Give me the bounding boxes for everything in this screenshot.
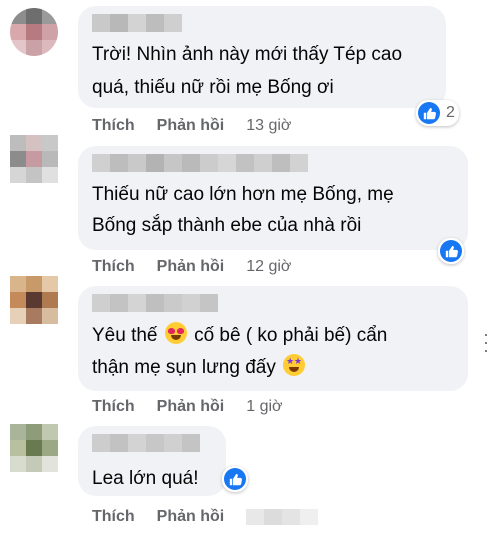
comment-text-line: Lea lớn quá! bbox=[92, 468, 199, 489]
like-icon bbox=[440, 240, 462, 262]
comment-text-line: Yêu thế cố bê ( ko phải bế) cẩn bbox=[92, 320, 387, 351]
comment-timestamp[interactable]: 12 giờ bbox=[246, 258, 291, 276]
comment-text-segment: cố bê ( ko phải bế) cẩn bbox=[194, 325, 388, 346]
more-options-icon[interactable]: · · · bbox=[483, 325, 489, 359]
reaction-count: 2 bbox=[446, 104, 455, 121]
comment-timestamp[interactable] bbox=[246, 509, 319, 525]
comment-actions: Thích Phản hồi bbox=[92, 508, 319, 526]
avatar[interactable] bbox=[10, 8, 58, 56]
comment-bubble: Thiếu nữ cao lớn hơn mẹ Bống, mẹ Bống sắ… bbox=[78, 146, 468, 250]
reply-button[interactable]: Phản hồi bbox=[157, 398, 225, 416]
comment-text-line: quá, thiếu nữ rồi mẹ Bống ơi bbox=[92, 77, 334, 98]
comment-bubble: Trời! Nhìn ảnh này mới thấy Tép cao quá,… bbox=[78, 6, 446, 108]
avatar[interactable] bbox=[10, 276, 58, 324]
comment-timestamp[interactable]: 1 giờ bbox=[246, 398, 282, 416]
reaction-summary[interactable] bbox=[222, 466, 248, 492]
heart-eyes-emoji bbox=[164, 322, 187, 344]
commenter-name[interactable] bbox=[92, 154, 308, 172]
like-icon bbox=[418, 102, 440, 124]
reply-button[interactable]: Phản hồi bbox=[157, 508, 225, 526]
like-button[interactable]: Thích bbox=[92, 398, 135, 416]
comment-text-line: Thiếu nữ cao lớn hơn mẹ Bống, mẹ bbox=[92, 184, 394, 205]
comment-actions: Thích Phản hồi 1 giờ bbox=[92, 398, 283, 416]
avatar[interactable] bbox=[10, 135, 58, 183]
comment-text-line: thận mẹ sụn lưng đấy bbox=[92, 352, 307, 383]
commenter-name[interactable] bbox=[92, 14, 182, 32]
like-button[interactable]: Thích bbox=[92, 508, 135, 526]
comment-text-line: Bống sắp thành ebe của nhà rồi bbox=[92, 215, 362, 236]
reply-button[interactable]: Phản hồi bbox=[157, 117, 225, 135]
reaction-summary[interactable] bbox=[438, 238, 464, 264]
commenter-name[interactable] bbox=[92, 434, 200, 452]
commenter-name[interactable] bbox=[92, 294, 218, 312]
avatar[interactable] bbox=[10, 424, 58, 472]
comment-text-segment: Yêu thế bbox=[92, 325, 158, 346]
reply-button[interactable]: Phản hồi bbox=[157, 258, 225, 276]
comment-bubble: Lea lớn quá! bbox=[78, 426, 226, 496]
comment-timestamp[interactable]: 13 giờ bbox=[246, 117, 291, 135]
star-struck-emoji bbox=[283, 354, 306, 376]
comment-bubble: Yêu thế cố bê ( ko phải bế) cẩn thận mẹ … bbox=[78, 286, 468, 391]
like-icon bbox=[224, 468, 246, 490]
comment-text-segment: thận mẹ sụn lưng đấy bbox=[92, 357, 276, 378]
reaction-summary[interactable]: 2 bbox=[416, 100, 459, 126]
comment-text-line: Trời! Nhìn ảnh này mới thấy Tép cao bbox=[92, 44, 403, 65]
like-button[interactable]: Thích bbox=[92, 117, 135, 135]
comment-actions: Thích Phản hồi 12 giờ bbox=[92, 258, 291, 276]
like-button[interactable]: Thích bbox=[92, 258, 135, 276]
comment-actions: Thích Phản hồi 13 giờ bbox=[92, 117, 291, 135]
